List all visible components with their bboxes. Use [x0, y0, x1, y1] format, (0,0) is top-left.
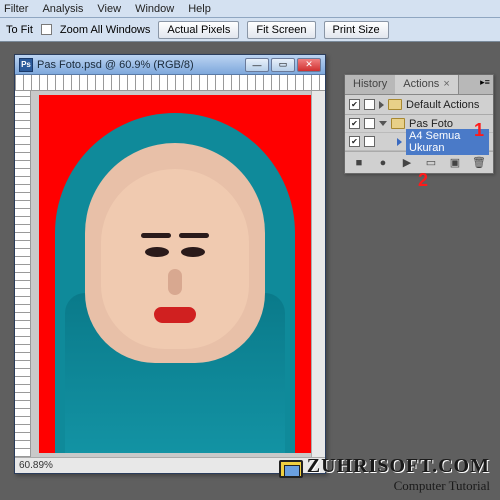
new-set-button[interactable]: ▭ — [424, 156, 438, 170]
menu-help[interactable]: Help — [188, 3, 211, 15]
menu-window[interactable]: Window — [135, 3, 174, 15]
options-bar: To Fit Zoom All Windows Actual Pixels Fi… — [0, 18, 500, 42]
play-button[interactable]: ▶ — [400, 156, 414, 170]
panel-menu-icon[interactable]: ▸≡ — [479, 77, 491, 89]
checkbox-zoom-all[interactable] — [41, 24, 52, 35]
eyebrow-right — [179, 233, 209, 238]
action-row-default[interactable]: Default Actions — [345, 95, 493, 115]
folder-icon — [391, 118, 405, 129]
face — [101, 169, 249, 349]
menu-bar: Filter Analysis View Window Help — [0, 0, 500, 18]
watermark: ZUHRISOFT.COM Computer Tutorial — [279, 455, 490, 494]
dialog-toggle[interactable] — [364, 136, 375, 147]
scrollbar-vertical[interactable] — [311, 91, 325, 457]
toggle-checkbox[interactable] — [349, 118, 360, 129]
toggle-checkbox[interactable] — [349, 99, 360, 110]
dialog-toggle[interactable] — [364, 118, 375, 129]
record-button[interactable]: ● — [376, 156, 390, 170]
tab-history[interactable]: History — [345, 75, 395, 94]
annotation-2: 2 — [418, 170, 428, 191]
trash-button[interactable]: 🗑 — [472, 156, 486, 170]
portrait — [45, 113, 305, 453]
maximize-button[interactable]: ▭ — [271, 58, 295, 72]
stop-button[interactable]: ■ — [352, 156, 366, 170]
label-zoom-all: Zoom All Windows — [60, 24, 150, 36]
fit-screen-button[interactable]: Fit Screen — [247, 21, 315, 39]
expand-icon[interactable] — [379, 101, 384, 109]
ruler-vertical[interactable] — [15, 91, 31, 457]
window-titlebar[interactable]: Ps Pas Foto.psd @ 60.9% (RGB/8) — ▭ ✕ — [15, 55, 325, 75]
menu-analysis[interactable]: Analysis — [42, 3, 83, 15]
zoom-level[interactable]: 60.89% — [19, 460, 53, 471]
watermark-tagline: Computer Tutorial — [279, 478, 490, 494]
folder-icon — [388, 99, 402, 110]
watermark-brand: ZUHRISOFT.COM — [307, 455, 490, 477]
menu-view[interactable]: View — [97, 3, 121, 15]
close-icon[interactable]: × — [443, 78, 449, 90]
new-action-button[interactable]: ▣ — [448, 156, 462, 170]
watermark-icon — [279, 460, 303, 478]
panel-tabs: History Actions× ▸≡ — [345, 75, 493, 95]
eye-left — [145, 247, 169, 257]
actions-panel: History Actions× ▸≡ Default Actions Pas … — [344, 74, 494, 174]
print-size-button[interactable]: Print Size — [324, 21, 389, 39]
canvas[interactable] — [31, 91, 325, 457]
workspace: Ps Pas Foto.psd @ 60.9% (RGB/8) — ▭ ✕ — [0, 42, 500, 500]
app-icon: Ps — [19, 58, 33, 72]
photo-background — [39, 95, 311, 453]
ruler-horizontal[interactable] — [15, 75, 325, 91]
mouth — [154, 307, 196, 323]
action-row-selected[interactable]: A4 Semua Ukuran — [345, 133, 493, 151]
eye-right — [181, 247, 205, 257]
play-icon[interactable] — [397, 138, 402, 146]
eyebrow-left — [141, 233, 171, 238]
close-button[interactable]: ✕ — [297, 58, 321, 72]
expand-down-icon[interactable] — [379, 121, 387, 126]
document-title: Pas Foto.psd @ 60.9% (RGB/8) — [37, 59, 241, 71]
tab-actions[interactable]: Actions× — [395, 75, 459, 94]
dialog-toggle[interactable] — [364, 99, 375, 110]
actual-pixels-button[interactable]: Actual Pixels — [158, 21, 239, 39]
action-set-label: Default Actions — [406, 99, 489, 111]
annotation-1: 1 — [474, 120, 484, 141]
menu-filter[interactable]: Filter — [4, 3, 28, 15]
nose — [168, 269, 182, 295]
minimize-button[interactable]: — — [245, 58, 269, 72]
label-to-fit: To Fit — [6, 24, 33, 36]
toggle-checkbox[interactable] — [349, 136, 360, 147]
document-window: Ps Pas Foto.psd @ 60.9% (RGB/8) — ▭ ✕ — [14, 54, 326, 474]
